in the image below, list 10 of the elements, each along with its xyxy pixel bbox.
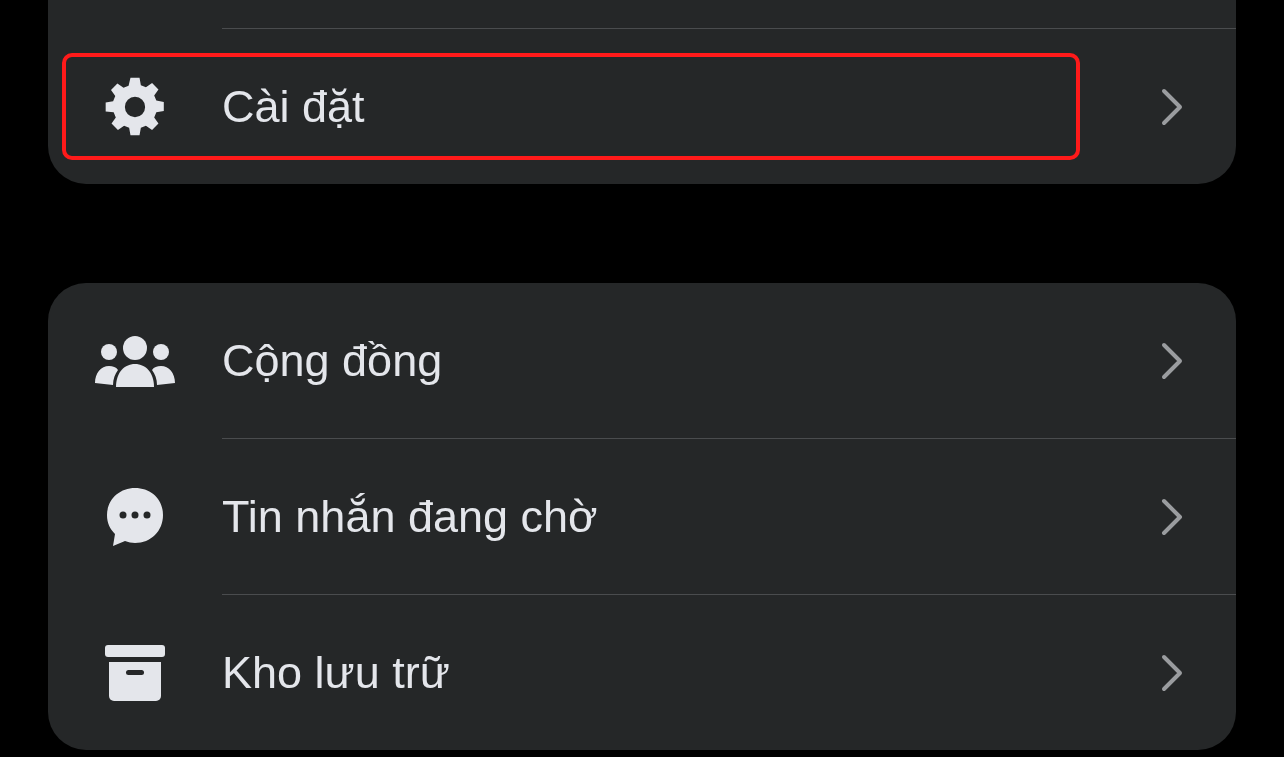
menu-item[interactable]: Tin nhắn đang chờ [48, 439, 1236, 594]
menu-item[interactable]: Cài đặt [48, 29, 1236, 184]
menu-item[interactable]: Cộng đồng [48, 283, 1236, 438]
chat-bubble-icon [104, 485, 166, 548]
menu-item-label: Kho lưu trữ [222, 646, 451, 699]
menu-item[interactable]: Kho lưu trữ [48, 595, 1236, 750]
archive-box-icon [104, 643, 166, 702]
menu-item-label: Tin nhắn đang chờ [222, 490, 599, 543]
menu-item-label: Cài đặt [222, 80, 366, 133]
menu-item-label: Cộng đồng [222, 334, 444, 387]
